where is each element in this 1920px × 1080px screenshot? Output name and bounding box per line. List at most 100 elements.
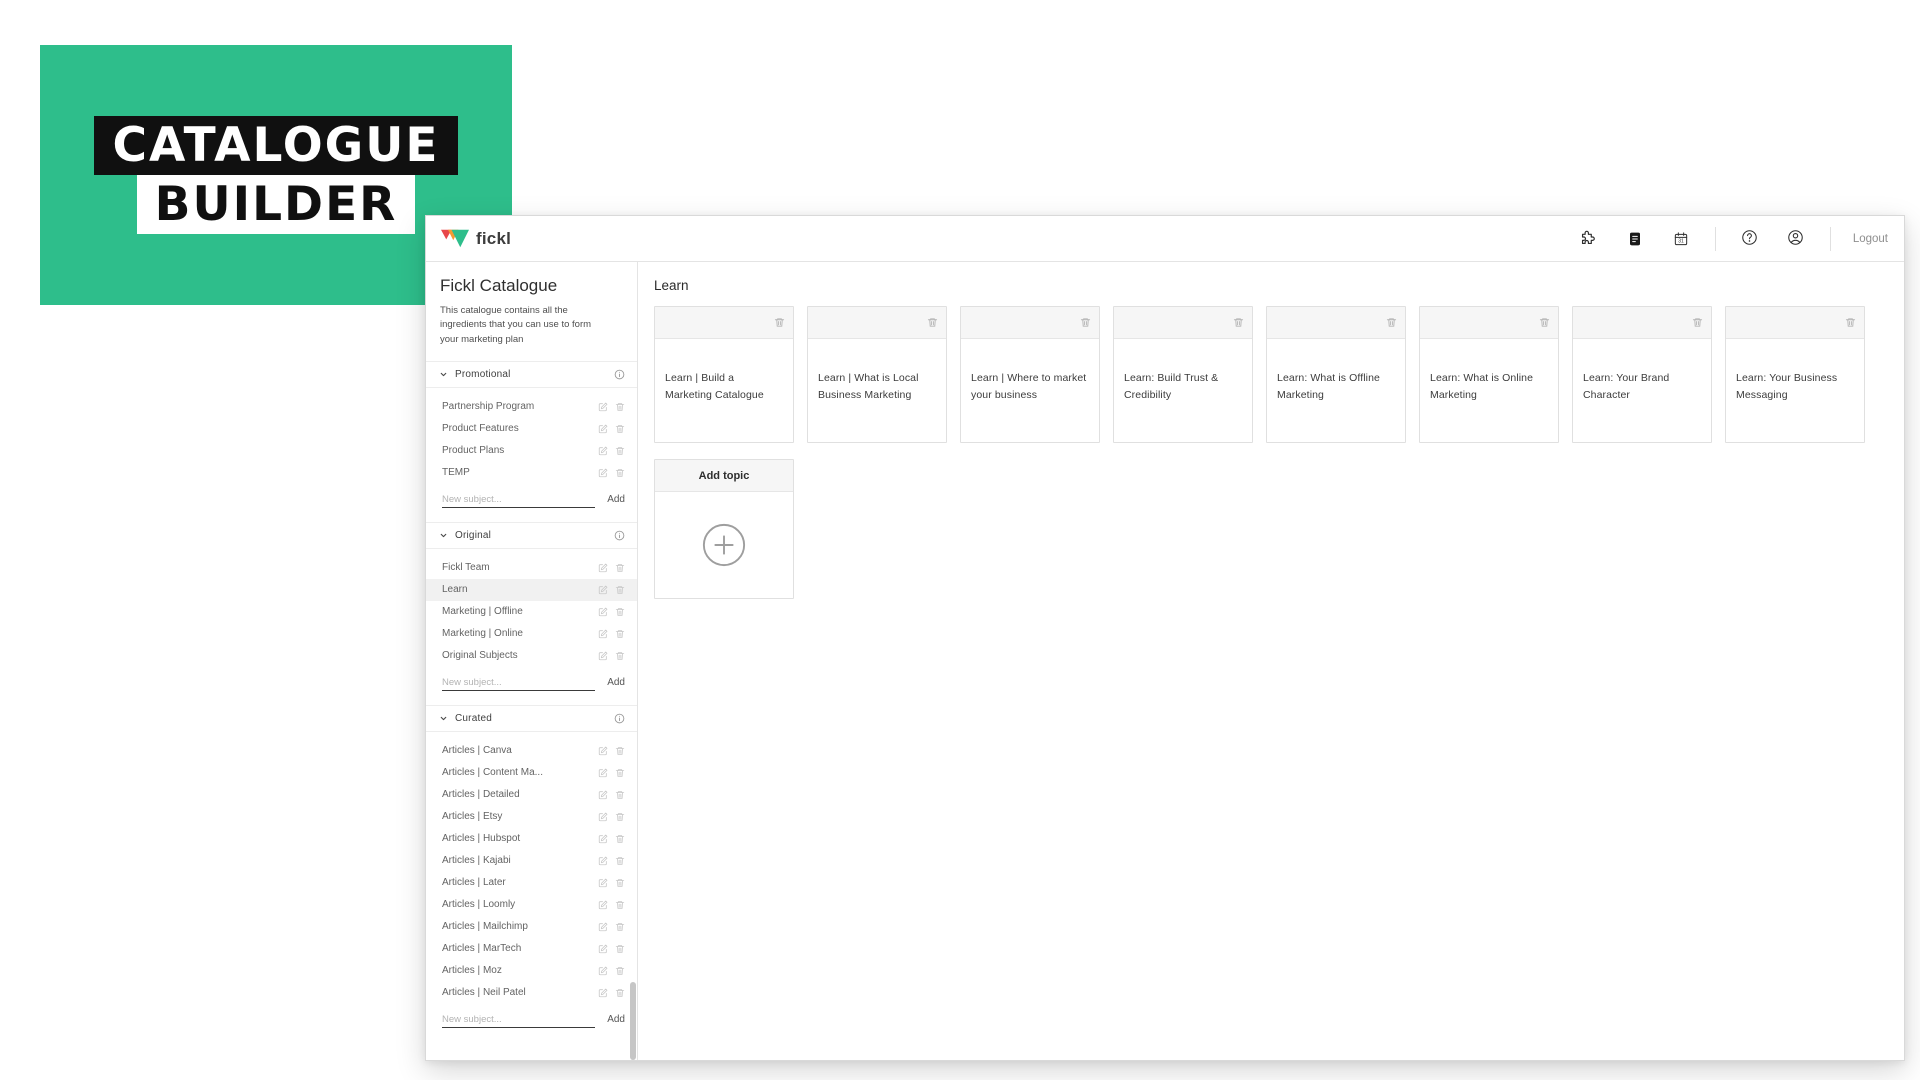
trash-icon[interactable] [615, 856, 625, 866]
sidebar-item-marketing-online[interactable]: Marketing | Online [426, 623, 637, 645]
trash-icon[interactable] [615, 834, 625, 844]
new-subject-input[interactable] [442, 1011, 596, 1028]
trash-icon[interactable] [1080, 317, 1091, 328]
trash-icon[interactable] [615, 563, 625, 573]
sidebar-item-articles-neil-patel[interactable]: Articles | Neil Patel [426, 982, 637, 1004]
sidebar-item-articles-hubspot[interactable]: Articles | Hubspot [426, 828, 637, 850]
edit-icon[interactable] [598, 402, 608, 412]
topic-card-learn-build-trust-credibility[interactable]: Learn: Build Trust & Credibility [1113, 306, 1253, 443]
topic-card-learn-where-to-market-your-business[interactable]: Learn | Where to market your business [960, 306, 1100, 443]
edit-icon[interactable] [598, 944, 608, 954]
edit-icon[interactable] [598, 446, 608, 456]
account-icon[interactable] [1784, 226, 1808, 250]
new-subject-input[interactable] [442, 491, 596, 508]
section-header-original[interactable]: Original [426, 521, 637, 549]
sidebar-item-marketing-offline[interactable]: Marketing | Offline [426, 601, 637, 623]
info-icon[interactable] [614, 713, 625, 724]
sidebar-item-articles-martech[interactable]: Articles | MarTech [426, 938, 637, 960]
sidebar-item-articles-content-ma[interactable]: Articles | Content Ma... [426, 762, 637, 784]
sidebar-item-product-plans[interactable]: Product Plans [426, 440, 637, 462]
topic-card-learn-build-a-marketing-catalogue[interactable]: Learn | Build a Marketing Catalogue [654, 306, 794, 443]
topic-card-learn-your-business-messaging[interactable]: Learn: Your Business Messaging [1725, 306, 1865, 443]
edit-icon[interactable] [598, 966, 608, 976]
edit-icon[interactable] [598, 812, 608, 822]
chevron-down-icon[interactable] [439, 714, 448, 723]
trash-icon[interactable] [615, 944, 625, 954]
trash-icon[interactable] [615, 424, 625, 434]
sidebar-item-articles-etsy[interactable]: Articles | Etsy [426, 806, 637, 828]
trash-icon[interactable] [615, 651, 625, 661]
info-icon[interactable] [614, 369, 625, 380]
info-icon[interactable] [614, 530, 625, 541]
trash-icon[interactable] [615, 402, 625, 412]
new-subject-input[interactable] [442, 674, 596, 691]
edit-icon[interactable] [598, 900, 608, 910]
trash-icon[interactable] [615, 585, 625, 595]
calendar-icon[interactable]: 31 [1669, 227, 1693, 251]
sidebar-item-temp[interactable]: TEMP [426, 462, 637, 484]
puzzle-icon[interactable] [1577, 225, 1601, 249]
edit-icon[interactable] [598, 856, 608, 866]
trash-icon[interactable] [615, 607, 625, 617]
trash-icon[interactable] [1692, 317, 1703, 328]
sidebar-item-articles-mailchimp[interactable]: Articles | Mailchimp [426, 916, 637, 938]
trash-icon[interactable] [927, 317, 938, 328]
trash-icon[interactable] [615, 468, 625, 478]
trash-icon[interactable] [615, 790, 625, 800]
sidebar-item-articles-loomly[interactable]: Articles | Loomly [426, 894, 637, 916]
chevron-down-icon[interactable] [439, 370, 448, 379]
trash-icon[interactable] [1539, 317, 1550, 328]
trash-icon[interactable] [1845, 317, 1856, 328]
trash-icon[interactable] [774, 317, 785, 328]
sidebar-item-articles-detailed[interactable]: Articles | Detailed [426, 784, 637, 806]
edit-icon[interactable] [598, 651, 608, 661]
trash-icon[interactable] [615, 988, 625, 998]
notes-icon[interactable] [1623, 227, 1647, 251]
edit-icon[interactable] [598, 768, 608, 778]
sidebar-item-partnership-program[interactable]: Partnership Program [426, 396, 637, 418]
sidebar-item-articles-moz[interactable]: Articles | Moz [426, 960, 637, 982]
add-subject-button[interactable]: Add [607, 1014, 625, 1028]
trash-icon[interactable] [615, 446, 625, 456]
topic-card-learn-what-is-online-marketing[interactable]: Learn: What is Online Marketing [1419, 306, 1559, 443]
sidebar-item-articles-kajabi[interactable]: Articles | Kajabi [426, 850, 637, 872]
edit-icon[interactable] [598, 878, 608, 888]
sidebar-scrollbar[interactable] [630, 982, 636, 1060]
help-icon[interactable] [1738, 226, 1762, 250]
edit-icon[interactable] [598, 563, 608, 573]
edit-icon[interactable] [598, 424, 608, 434]
sidebar-item-fickl-team[interactable]: Fickl Team [426, 557, 637, 579]
trash-icon[interactable] [1386, 317, 1397, 328]
trash-icon[interactable] [615, 922, 625, 932]
trash-icon[interactable] [615, 629, 625, 639]
edit-icon[interactable] [598, 585, 608, 595]
edit-icon[interactable] [598, 988, 608, 998]
topic-card-learn-your-brand-character[interactable]: Learn: Your Brand Character [1572, 306, 1712, 443]
edit-icon[interactable] [598, 629, 608, 639]
section-header-promotional[interactable]: Promotional [426, 360, 637, 388]
topic-card-learn-what-is-offline-marketing[interactable]: Learn: What is Offline Marketing [1266, 306, 1406, 443]
add-subject-button[interactable]: Add [607, 494, 625, 508]
sidebar-item-original-subjects[interactable]: Original Subjects [426, 645, 637, 667]
trash-icon[interactable] [615, 746, 625, 756]
trash-icon[interactable] [615, 966, 625, 976]
trash-icon[interactable] [615, 900, 625, 910]
sidebar-item-articles-later[interactable]: Articles | Later [426, 872, 637, 894]
sidebar-item-product-features[interactable]: Product Features [426, 418, 637, 440]
edit-icon[interactable] [598, 746, 608, 756]
section-header-curated[interactable]: Curated [426, 704, 637, 732]
sidebar-item-articles-canva[interactable]: Articles | Canva [426, 740, 637, 762]
add-topic-card[interactable]: Add topic [654, 459, 794, 599]
trash-icon[interactable] [615, 878, 625, 888]
chevron-down-icon[interactable] [439, 531, 448, 540]
edit-icon[interactable] [598, 834, 608, 844]
trash-icon[interactable] [615, 768, 625, 778]
trash-icon[interactable] [615, 812, 625, 822]
edit-icon[interactable] [598, 468, 608, 478]
edit-icon[interactable] [598, 922, 608, 932]
logout-button[interactable]: Logout [1853, 233, 1888, 245]
add-subject-button[interactable]: Add [607, 677, 625, 691]
add-topic-plus-icon[interactable] [701, 522, 747, 568]
edit-icon[interactable] [598, 607, 608, 617]
topic-card-learn-what-is-local-business-marketing[interactable]: Learn | What is Local Business Marketing [807, 306, 947, 443]
